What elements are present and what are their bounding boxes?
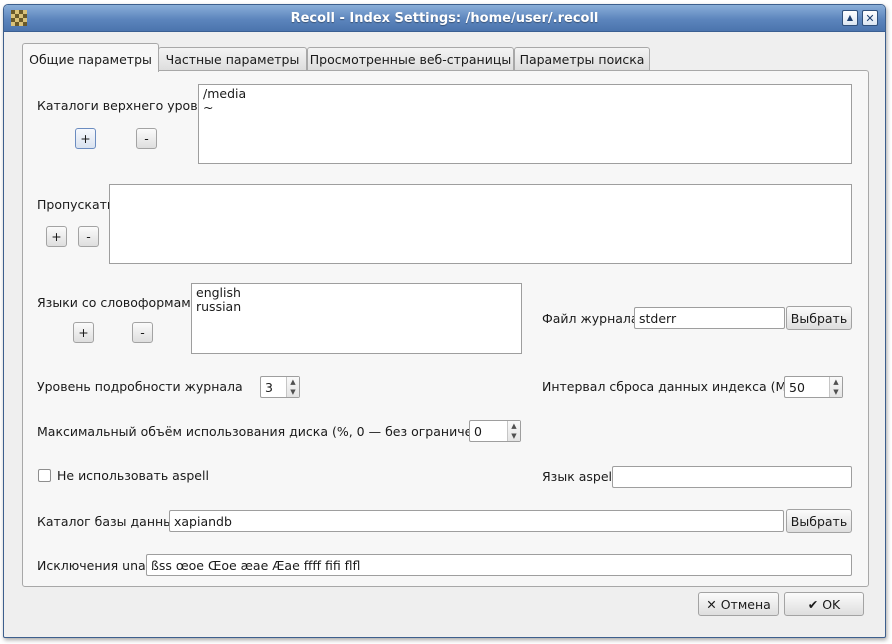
spin-up-icon[interactable]: ▲: [508, 421, 520, 431]
ok-button[interactable]: ✔ OK: [784, 592, 864, 616]
db-dir-label: Каталог базы данных: [37, 514, 181, 529]
db-dir-browse-button[interactable]: Выбрать: [786, 509, 852, 533]
title-bar[interactable]: Recoll - Index Settings: /home/user/.rec…: [4, 5, 885, 32]
tab-private-params[interactable]: Частные параметры: [158, 47, 307, 71]
max-disk-label: Максимальный объём использования диска (…: [37, 424, 502, 439]
top-dirs-add-button[interactable]: +: [75, 128, 96, 149]
flush-interval-value: 50: [789, 380, 805, 395]
log-file-browse-button[interactable]: Выбрать: [786, 306, 852, 330]
unac-input[interactable]: ßss œoe Œoe æae Æae ﬀff ﬁfi ﬂfl: [146, 554, 852, 576]
tab-search-params[interactable]: Параметры поиска: [514, 47, 650, 71]
tab-label: Общие параметры: [29, 52, 152, 67]
flush-interval-spinbox[interactable]: 50 ▲ ▼: [784, 376, 843, 398]
top-dirs-remove-button[interactable]: -: [136, 128, 157, 149]
skip-label: Пропускать: [37, 197, 115, 212]
ok-label: OK: [822, 596, 841, 612]
aspell-lang-input[interactable]: [612, 466, 852, 488]
stem-langs-list[interactable]: english russian: [191, 283, 522, 354]
spin-down-icon[interactable]: ▼: [830, 387, 842, 397]
spin-down-icon[interactable]: ▼: [508, 431, 520, 441]
skip-remove-button[interactable]: -: [78, 226, 99, 247]
window-title: Recoll - Index Settings: /home/user/.rec…: [290, 11, 599, 26]
no-aspell-label: Не использовать aspell: [57, 468, 209, 483]
tab-label: Параметры поиска: [519, 52, 645, 67]
db-dir-input[interactable]: xapiandb: [169, 510, 784, 532]
spin-up-icon[interactable]: ▲: [287, 377, 299, 387]
maximize-button[interactable]: ▲: [842, 10, 858, 26]
list-item[interactable]: ~: [203, 101, 847, 115]
spin-arrows: ▲ ▼: [507, 421, 520, 441]
spin-up-icon[interactable]: ▲: [830, 377, 842, 387]
skip-add-button[interactable]: +: [46, 226, 67, 247]
log-file-label: Файл журнала: [542, 311, 639, 326]
log-file-input[interactable]: stderr: [634, 307, 785, 329]
stem-langs-add-button[interactable]: +: [73, 322, 94, 343]
spin-arrows: ▲ ▼: [829, 377, 842, 397]
max-disk-spinbox[interactable]: 0 ▲ ▼: [469, 420, 521, 442]
top-dirs-list[interactable]: /media ~: [198, 84, 852, 164]
aspell-lang-label: Язык aspell: [542, 469, 616, 484]
cancel-icon: ✕: [706, 596, 717, 612]
cancel-button[interactable]: ✕ Отмена: [698, 592, 779, 616]
skip-list[interactable]: [109, 184, 852, 264]
general-params-panel: Каталоги верхнего уровня + - /media ~ Пр…: [22, 70, 869, 587]
log-level-label: Уровень подробности журнала: [37, 379, 243, 394]
cancel-label: Отмена: [720, 596, 771, 612]
tab-label: Частные параметры: [165, 52, 300, 67]
list-item[interactable]: russian: [196, 300, 517, 314]
index-settings-window: Recoll - Index Settings: /home/user/.rec…: [3, 4, 886, 638]
top-dirs-label: Каталоги верхнего уровня: [37, 98, 214, 113]
flush-interval-label: Интервал сброса данных индекса (МБ): [542, 379, 800, 394]
max-disk-value: 0: [474, 424, 482, 439]
tab-label: Просмотренные веб-страницы: [309, 52, 512, 67]
tab-general-params[interactable]: Общие параметры: [22, 43, 159, 72]
stem-langs-label: Языки со словоформами: [37, 295, 199, 310]
log-level-value: 3: [265, 380, 273, 395]
maximize-icon: ▲: [846, 13, 854, 22]
list-item[interactable]: /media: [203, 87, 847, 101]
list-item[interactable]: english: [196, 286, 517, 300]
log-level-spinbox[interactable]: 3 ▲ ▼: [260, 376, 300, 398]
no-aspell-checkbox[interactable]: [38, 469, 51, 482]
close-icon: ✕: [865, 11, 875, 25]
spin-arrows: ▲ ▼: [286, 377, 299, 397]
ok-icon: ✔: [807, 596, 819, 612]
unac-label: Исключения unac: [37, 558, 153, 573]
close-button[interactable]: ✕: [862, 10, 878, 26]
tab-visited-pages[interactable]: Просмотренные веб-страницы: [307, 47, 514, 71]
stem-langs-remove-button[interactable]: -: [132, 322, 153, 343]
spin-down-icon[interactable]: ▼: [287, 387, 299, 397]
